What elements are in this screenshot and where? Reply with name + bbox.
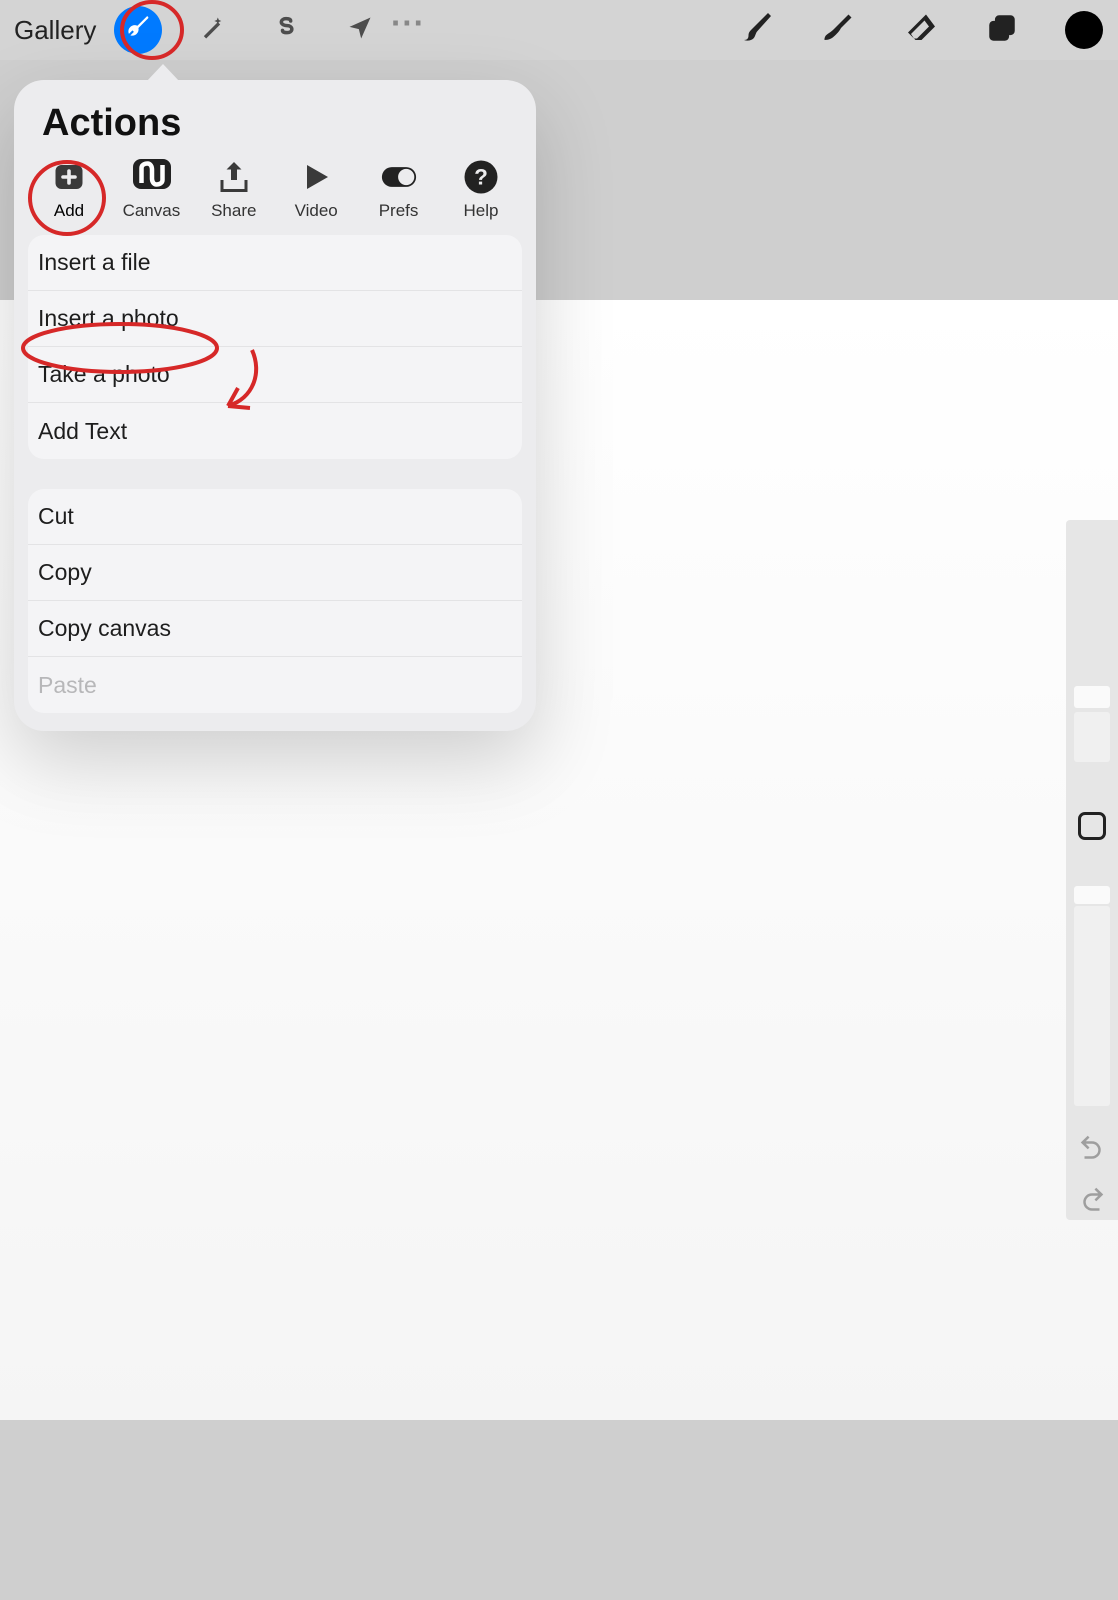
add-text-item[interactable]: Add Text [28,403,522,459]
right-slider-rail [1066,520,1118,1220]
popover-title: Actions [14,80,536,159]
selection-button[interactable] [262,6,310,54]
actions-wrench-button[interactable] [114,6,162,54]
insert-photo-item[interactable]: Insert a photo [28,291,522,347]
help-icon: ? [463,159,499,195]
adjustments-button[interactable] [188,6,236,54]
tab-prefs[interactable]: Prefs [364,159,434,221]
brush-icon [738,10,774,51]
eraser-icon [902,10,938,51]
paste-item: Paste [28,657,522,713]
selection-s-icon [272,14,300,47]
layers-icon [985,11,1019,50]
redo-icon [1077,1187,1107,1222]
tab-label: Prefs [379,201,419,221]
actions-popover: Actions Add Canvas Share Video [14,80,536,731]
take-photo-item[interactable]: Take a photo [28,347,522,403]
undo-button[interactable] [1076,1136,1108,1168]
undo-icon [1077,1135,1107,1170]
arrow-icon [346,14,374,47]
brush-opacity-slider[interactable] [1070,886,1114,1106]
layers-button[interactable] [982,10,1022,50]
transform-button[interactable] [336,6,384,54]
color-button[interactable] [1064,10,1104,50]
tab-video[interactable]: Video [281,159,351,221]
brush-button[interactable] [736,10,776,50]
play-icon [298,159,334,195]
add-image-icon [51,159,87,195]
more-dots[interactable]: ⋯ [388,23,428,37]
smudge-button[interactable] [818,10,858,50]
svg-text:?: ? [474,165,488,190]
magic-wand-icon [198,14,226,47]
gallery-button[interactable]: Gallery [14,15,96,46]
tab-share[interactable]: Share [199,159,269,221]
tab-canvas[interactable]: Canvas [116,159,186,221]
toggle-icon [381,159,417,195]
tab-help[interactable]: ? Help [446,159,516,221]
actions-tab-row: Add Canvas Share Video Prefs [14,159,536,235]
smudge-icon [820,10,856,51]
modify-button[interactable] [1078,812,1106,840]
copy-item[interactable]: Copy [28,545,522,601]
color-swatch-icon [1065,11,1103,49]
redo-button[interactable] [1076,1188,1108,1220]
add-actions-list: Insert a file Insert a photo Take a phot… [28,235,522,459]
tab-label: Video [295,201,338,221]
share-icon [216,159,252,195]
top-toolbar: Gallery ⋯ [0,0,1118,60]
cut-item[interactable]: Cut [28,489,522,545]
canvas-icon [133,159,169,195]
tab-add[interactable]: Add [34,159,104,221]
wrench-icon [124,14,152,47]
brush-size-slider[interactable] [1070,526,1114,766]
tab-label: Add [54,201,84,221]
tab-label: Share [211,201,256,221]
copy-canvas-item[interactable]: Copy canvas [28,601,522,657]
tab-label: Canvas [123,201,181,221]
insert-file-item[interactable]: Insert a file [28,235,522,291]
clipboard-actions-list: Cut Copy Copy canvas Paste [28,489,522,713]
eraser-button[interactable] [900,10,940,50]
tab-label: Help [463,201,498,221]
